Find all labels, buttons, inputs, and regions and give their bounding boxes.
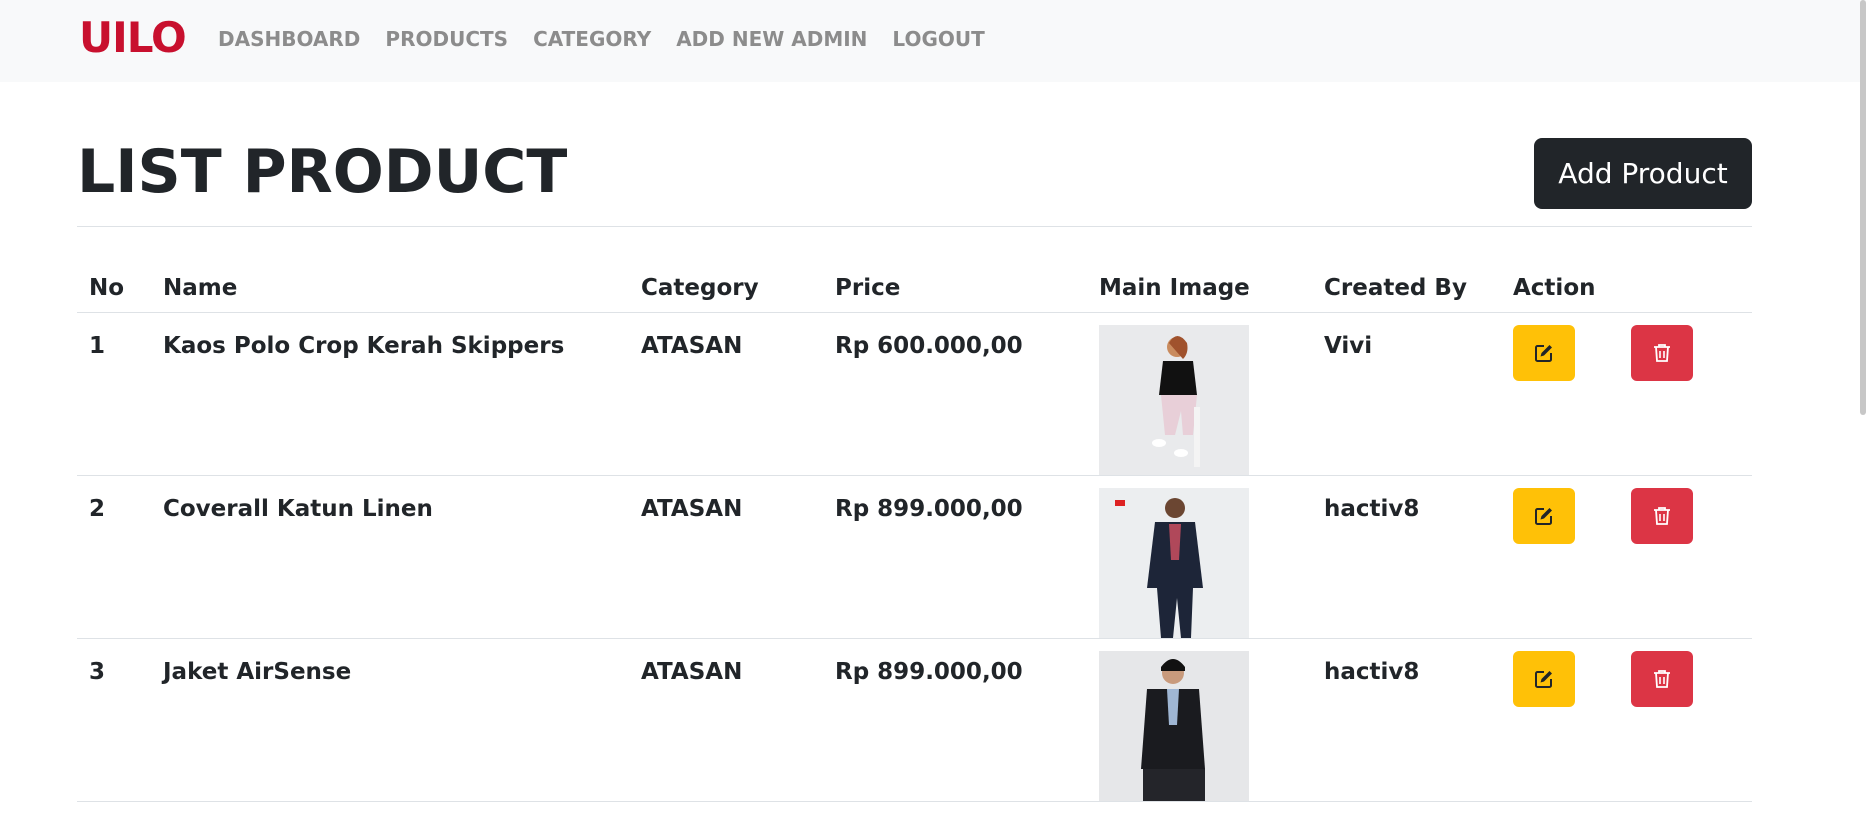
top-navbar: UILO DASHBOARD PRODUCTS CATEGORY ADD NEW… (0, 0, 1866, 82)
column-header-created-by: Created By (1312, 263, 1501, 313)
pencil-square-icon (1535, 671, 1552, 688)
column-header-category: Category (629, 263, 823, 313)
column-header-no: No (77, 263, 151, 313)
table-row: 3 Jaket AirSense ATASAN Rp 899.000,00 ha… (77, 638, 1752, 802)
column-header-main-image: Main Image (1087, 263, 1312, 313)
scrollbar-thumb[interactable] (1860, 0, 1866, 415)
delete-button[interactable] (1631, 325, 1694, 381)
row-price: Rp 899.000,00 (823, 638, 1087, 802)
nav-link-products[interactable]: PRODUCTS (385, 26, 508, 52)
pencil-square-icon (1535, 345, 1552, 362)
row-no: 3 (77, 638, 151, 802)
table-header-row: No Name Category Price Main Image Create… (77, 263, 1752, 313)
row-main-image-cell (1087, 638, 1312, 802)
delete-button[interactable] (1631, 651, 1694, 707)
nav-link-category[interactable]: CATEGORY (533, 26, 651, 52)
row-actions (1501, 638, 1752, 802)
pencil-square-icon (1535, 508, 1552, 525)
row-created-by: Vivi (1312, 312, 1501, 476)
edit-button[interactable] (1513, 651, 1575, 707)
delete-button[interactable] (1631, 488, 1694, 544)
trash-icon (1654, 507, 1671, 525)
nav-links: DASHBOARD PRODUCTS CATEGORY ADD NEW ADMI… (218, 26, 1010, 52)
row-no: 2 (77, 475, 151, 639)
table-row: 1 Kaos Polo Crop Kerah Skippers ATASAN R… (77, 312, 1752, 476)
edit-button[interactable] (1513, 325, 1575, 381)
row-created-by: hactiv8 (1312, 475, 1501, 639)
edit-button[interactable] (1513, 488, 1575, 544)
table-row: 2 Coverall Katun Linen ATASAN Rp 899.000… (77, 475, 1752, 639)
row-actions (1501, 312, 1752, 476)
row-category: ATASAN (629, 475, 823, 639)
product-image (1099, 651, 1249, 801)
row-main-image-cell (1087, 475, 1312, 639)
row-price: Rp 600.000,00 (823, 312, 1087, 476)
row-name: Coverall Katun Linen (151, 475, 629, 639)
row-actions (1501, 475, 1752, 639)
row-category: ATASAN (629, 638, 823, 802)
brand-logo[interactable]: UILO (79, 16, 187, 60)
nav-link-dashboard[interactable]: DASHBOARD (218, 26, 360, 52)
row-name: Jaket AirSense (151, 638, 629, 802)
product-image (1099, 488, 1249, 638)
column-header-action: Action (1501, 263, 1752, 313)
nav-link-add-new-admin[interactable]: ADD NEW ADMIN (676, 26, 867, 52)
trash-icon (1654, 344, 1671, 362)
row-no: 1 (77, 312, 151, 476)
row-main-image-cell (1087, 312, 1312, 476)
product-image (1099, 325, 1249, 475)
nav-link-logout[interactable]: LOGOUT (892, 26, 984, 52)
add-product-button[interactable]: Add Product (1534, 138, 1752, 209)
column-header-price: Price (823, 263, 1087, 313)
row-created-by: hactiv8 (1312, 638, 1501, 802)
product-table: No Name Category Price Main Image Create… (77, 263, 1752, 802)
row-name: Kaos Polo Crop Kerah Skippers (151, 312, 629, 476)
column-header-name: Name (151, 263, 629, 313)
title-divider (77, 226, 1752, 227)
row-price: Rp 899.000,00 (823, 475, 1087, 639)
page-title: LIST PRODUCT (77, 137, 568, 207)
trash-icon (1654, 670, 1671, 688)
row-category: ATASAN (629, 312, 823, 476)
